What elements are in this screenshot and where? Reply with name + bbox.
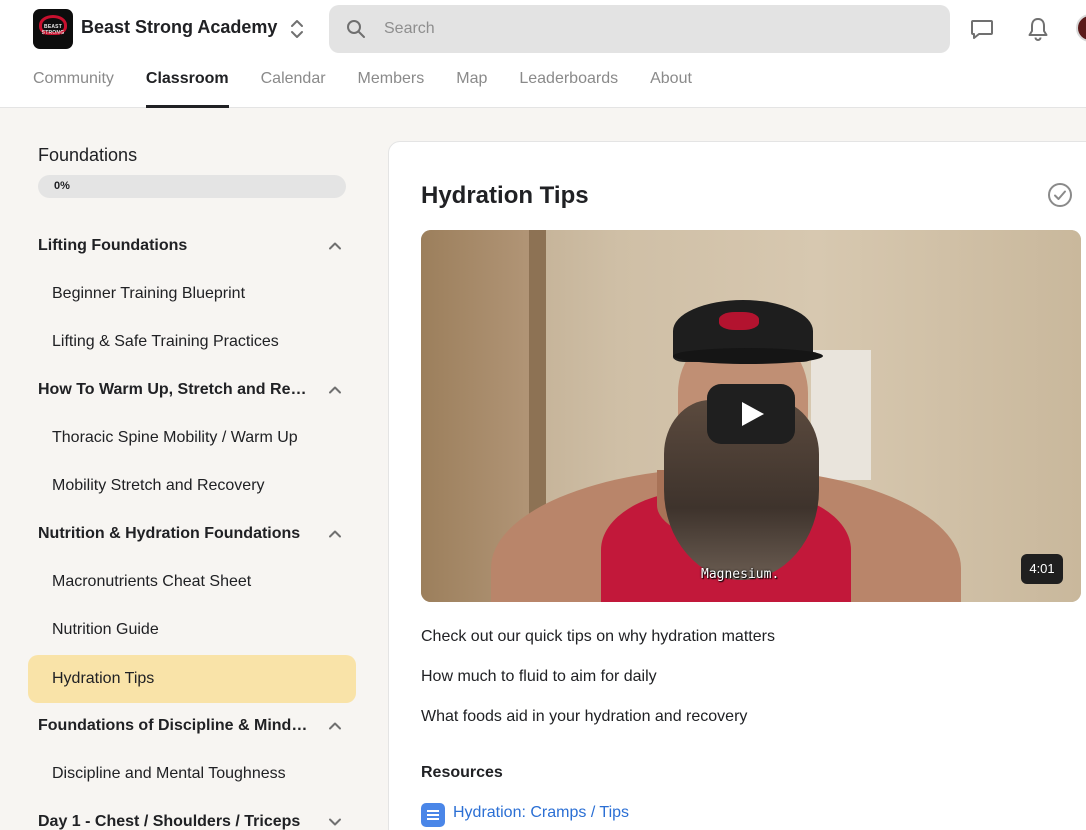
group-logo[interactable]: BEAST STRONG ACADEMY [33, 9, 73, 49]
video-player[interactable]: Magnesium. 4:01 [421, 230, 1081, 602]
lesson-item[interactable]: Mobility Stretch and Recovery [28, 462, 356, 510]
lesson-paragraph: Check out our quick tips on why hydratio… [421, 628, 775, 645]
play-button-icon[interactable] [707, 384, 795, 444]
video-person-cap-logo [719, 312, 759, 330]
lesson-item-active[interactable]: Hydration Tips [28, 655, 356, 703]
lesson-title: Lifting & Safe Training Practices [52, 333, 279, 350]
resource-label[interactable]: Hydration: Cramps / Tips [453, 804, 629, 822]
group-switcher-icon[interactable] [288, 17, 306, 41]
top-header: BEAST STRONG ACADEMY Beast Strong Academ… [0, 0, 1086, 108]
lesson-title: Macronutrients Cheat Sheet [52, 573, 252, 590]
module-title: Foundations of Discipline & Mindset [38, 717, 308, 734]
chevron-up-icon [329, 530, 341, 538]
lesson-item[interactable]: Thoracic Spine Mobility / Warm Up [28, 414, 356, 462]
module-title: How To Warm Up, Stretch and Recover [38, 381, 308, 398]
chat-icon[interactable] [969, 16, 995, 42]
lesson-title: Mobility Stretch and Recovery [52, 477, 265, 494]
lesson-item[interactable]: Discipline and Mental Toughness [28, 750, 356, 798]
video-shelf [811, 350, 871, 480]
video-duration: 4:01 [1021, 554, 1063, 584]
module-warm-up-stretch-recover[interactable]: How To Warm Up, Stretch and Recover [38, 366, 348, 414]
module-title: Day 1 - Chest / Shoulders / Triceps [38, 813, 301, 830]
document-icon [421, 803, 445, 827]
lesson-heading: Hydration Tips [421, 182, 589, 209]
tab-calendar[interactable]: Calendar [261, 64, 326, 108]
video-caption: Magnesium. [701, 567, 780, 582]
tab-leaderboards[interactable]: Leaderboards [519, 64, 618, 108]
chevron-up-icon [329, 386, 341, 394]
search-bar[interactable] [329, 5, 950, 53]
tab-map[interactable]: Map [456, 64, 487, 108]
course-sidebar: Foundations 0% Lifting Foundations Begin… [0, 109, 388, 830]
lesson-title: Discipline and Mental Toughness [52, 765, 286, 782]
mark-complete-icon[interactable] [1047, 182, 1073, 208]
course-title: Foundations [38, 145, 138, 165]
search-input[interactable] [384, 5, 924, 53]
module-lifting-foundations[interactable]: Lifting Foundations [38, 222, 348, 270]
module-title: Nutrition & Hydration Foundations [38, 525, 301, 542]
lesson-title: Hydration Tips [52, 670, 155, 687]
video-person-cap-brim [673, 348, 823, 364]
resources-heading: Resources [421, 764, 503, 781]
lesson-content-card: Hydration Tips Magnesium. 4:01 Check out… [388, 141, 1086, 830]
chevron-down-icon [329, 818, 341, 826]
user-avatar[interactable] [1076, 14, 1086, 42]
lesson-item[interactable]: Macronutrients Cheat Sheet [28, 558, 356, 606]
tab-members[interactable]: Members [358, 64, 425, 108]
module-discipline-mindset[interactable]: Foundations of Discipline & Mindset [38, 702, 348, 750]
logo-text-bottom: ACADEMY [43, 31, 63, 36]
lesson-paragraph: What foods aid in your hydration and rec… [421, 708, 748, 725]
lesson-paragraph: How much to fluid to aim for daily [421, 668, 657, 685]
lesson-title: Nutrition Guide [52, 621, 159, 638]
lesson-item[interactable]: Beginner Training Blueprint [28, 270, 356, 318]
module-title: Lifting Foundations [38, 237, 188, 254]
search-icon [347, 20, 365, 38]
course-progress-bar: 0% [38, 175, 346, 198]
tab-about[interactable]: About [650, 64, 692, 108]
lesson-item[interactable]: Nutrition Guide [28, 606, 356, 654]
lesson-title: Beginner Training Blueprint [52, 285, 246, 302]
lesson-title: Thoracic Spine Mobility / Warm Up [52, 429, 298, 446]
tab-community[interactable]: Community [33, 64, 114, 108]
group-name[interactable]: Beast Strong Academy [81, 17, 277, 38]
chevron-up-icon [329, 722, 341, 730]
module-nutrition-hydration[interactable]: Nutrition & Hydration Foundations [38, 510, 348, 558]
nav-tabs: Community Classroom Calendar Members Map… [33, 64, 724, 108]
bell-icon[interactable] [1025, 16, 1051, 42]
chevron-up-icon [329, 242, 341, 250]
module-day-1[interactable]: Day 1 - Chest / Shoulders / Triceps [38, 798, 348, 830]
tab-classroom[interactable]: Classroom [145, 64, 229, 108]
lesson-item[interactable]: Lifting & Safe Training Practices [28, 318, 356, 366]
progress-label: 0% [54, 180, 70, 192]
